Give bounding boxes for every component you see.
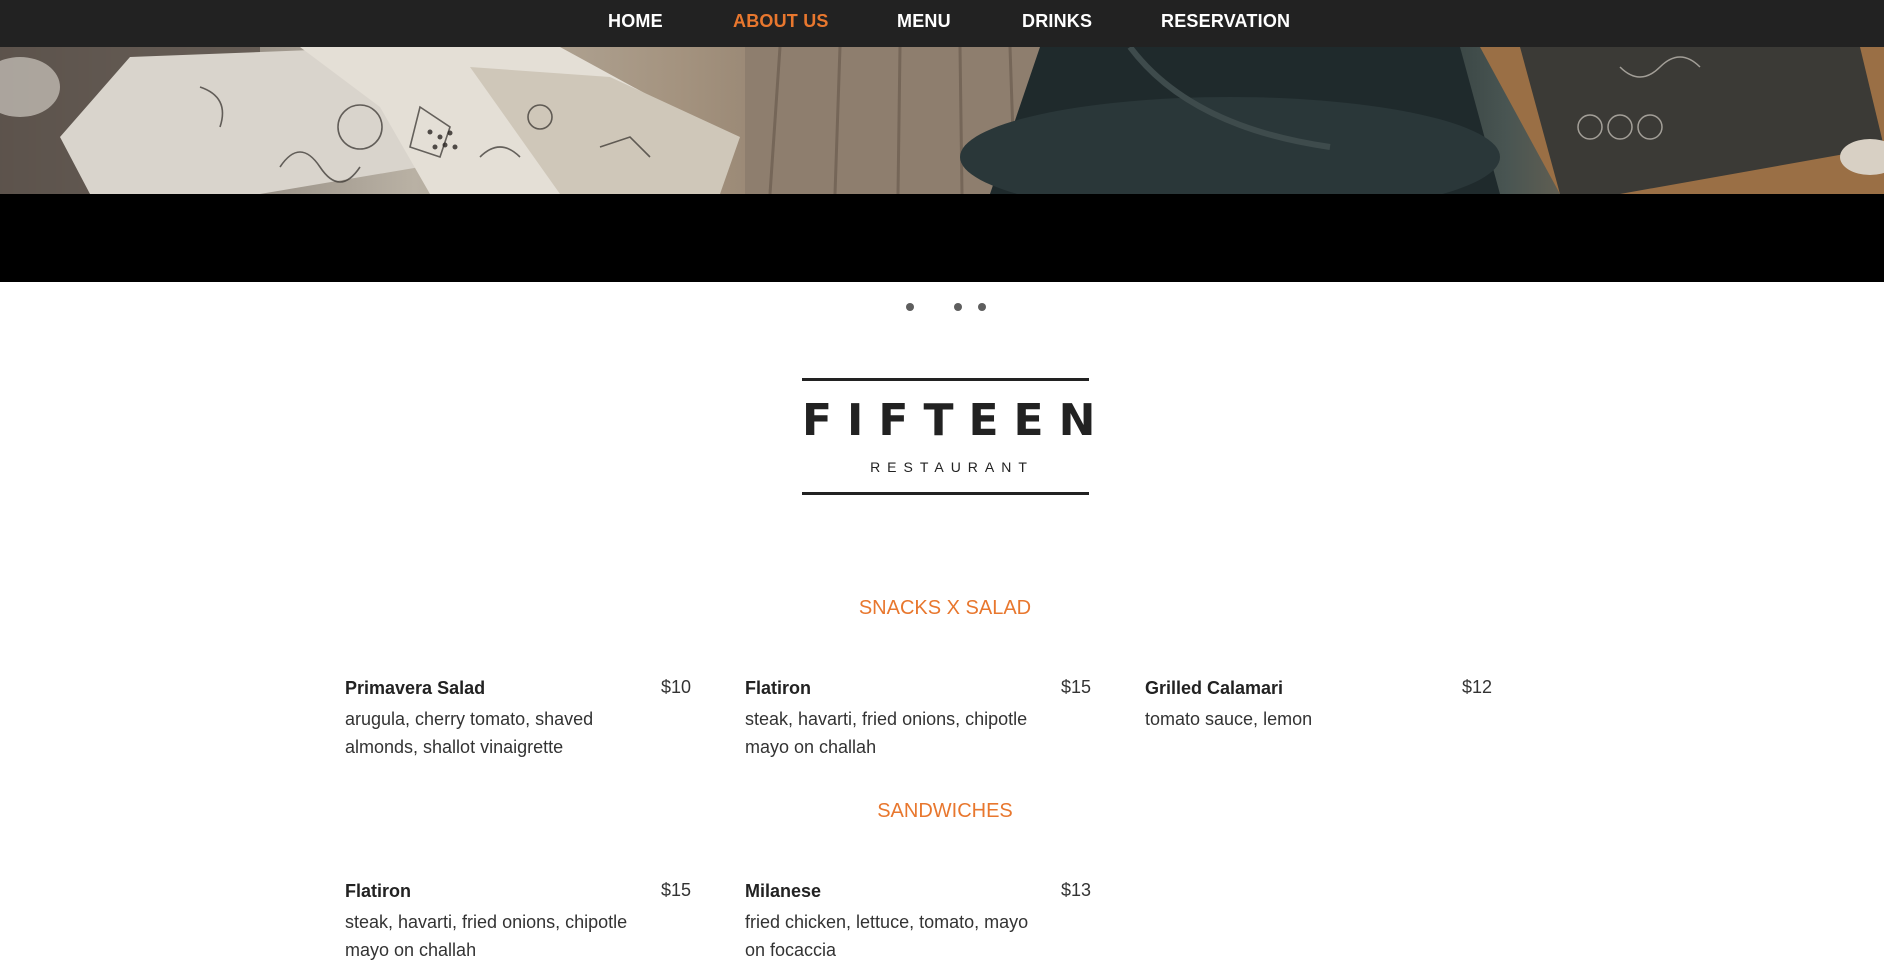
menu-item: Primavera Salad $10 arugula, cherry toma… <box>345 677 691 767</box>
menu-item-price: $15 <box>1060 677 1091 697</box>
menu-item-name: Grilled Calamari <box>1145 678 1284 698</box>
section-title-snacks-salad: SNACKS X SALAD <box>858 597 1032 619</box>
menu-item-description: fried chicken, lettuce, tomato, mayo on … <box>745 912 1029 960</box>
menu-item-description: arugula, cherry tomato, shaved almonds, … <box>345 709 594 757</box>
menu-item-price: $13 <box>1060 880 1091 900</box>
carousel-dot-1[interactable] <box>906 303 914 311</box>
menu-item: Grilled Calamari $12 tomato sauce, lemon <box>1145 677 1492 767</box>
carousel-dot-2[interactable] <box>930 303 938 311</box>
nav-item-home[interactable]: HOME <box>608 0 663 42</box>
menu-item-description: steak, havarti, fried onions, chipotle m… <box>345 912 628 960</box>
hero-photo-illustration <box>0 47 1884 194</box>
menu-item-price: $12 <box>1461 677 1492 697</box>
menu-item-name: Flatiron <box>345 881 411 901</box>
logo-subtitle: RESTAURANT <box>870 459 1034 475</box>
hero-slide-image <box>0 47 1884 194</box>
carousel-indicators <box>0 303 1884 315</box>
nav-item-menu[interactable]: MENU <box>897 0 951 42</box>
nav-item-about-us[interactable]: ABOUT US <box>733 0 829 42</box>
menu-item: Milanese $13 fried chicken, lettuce, tom… <box>745 880 1091 970</box>
carousel-dot-4[interactable] <box>978 303 986 311</box>
menu-item: Flatiron $15 steak, havarti, fried onion… <box>345 880 691 970</box>
menu-item-description: steak, havarti, fried onions, chipotle m… <box>745 709 1028 757</box>
section-title-sandwiches: SANDWICHES <box>877 800 1013 822</box>
restaurant-logo: FIFTEEN RESTAURANT <box>802 378 1095 496</box>
hero-carousel <box>0 47 1884 311</box>
menu-item: Flatiron $15 steak, havarti, fried onion… <box>745 677 1091 767</box>
top-navigation-bar: HOME ABOUT US MENU DRINKS RESERVATION <box>0 0 1884 47</box>
menu-item-name: Milanese <box>745 881 822 901</box>
logo-top-rule <box>802 378 1089 381</box>
logo-bottom-rule <box>802 492 1089 495</box>
nav-item-drinks[interactable]: DRINKS <box>1022 0 1092 42</box>
logo-title: FIFTEEN <box>802 395 1111 446</box>
menu-item-price: $10 <box>660 677 691 697</box>
carousel-dot-3[interactable] <box>954 303 962 311</box>
nav-item-reservation[interactable]: RESERVATION <box>1161 0 1290 42</box>
menu-item-name: Flatiron <box>745 678 811 698</box>
menu-item-name: Primavera Salad <box>345 678 486 698</box>
menu-item-description: tomato sauce, lemon <box>1145 709 1313 729</box>
menu-item-price: $15 <box>660 880 691 900</box>
